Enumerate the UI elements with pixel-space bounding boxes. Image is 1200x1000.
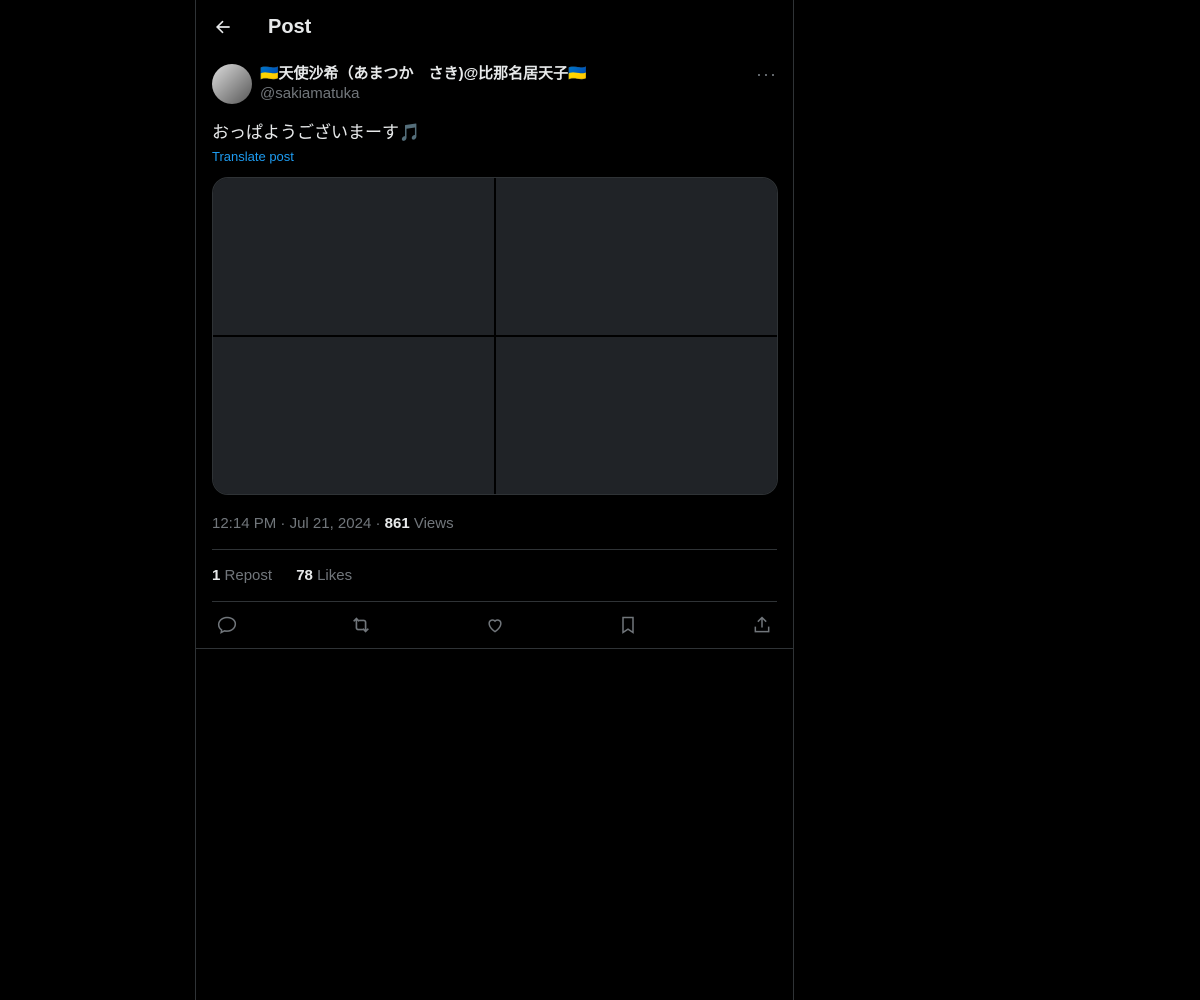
media-grid <box>212 177 778 495</box>
action-bar <box>196 602 793 649</box>
arrow-left-icon[interactable] <box>212 16 234 38</box>
likes-count: 78 <box>296 567 313 584</box>
media-item[interactable] <box>496 178 777 335</box>
share-icon[interactable] <box>751 614 773 636</box>
likes-label: Likes <box>317 567 353 584</box>
post-date[interactable]: Jul 21, 2024 <box>290 515 372 532</box>
author-names: 🇺🇦天使沙希（あまつか さき)@比那名居天子🇺🇦 @sakiamatuka <box>260 64 587 104</box>
post-time[interactable]: 12:14 PM <box>212 515 276 532</box>
post: 🇺🇦天使沙希（あまつか さき)@比那名居天子🇺🇦 @sakiamatuka ··… <box>196 64 793 649</box>
media-item[interactable] <box>496 337 777 494</box>
views-count: 861 <box>384 515 410 532</box>
header: Post <box>196 0 793 54</box>
author-row: 🇺🇦天使沙希（あまつか さき)@比那名居天子🇺🇦 @sakiamatuka ··… <box>212 64 777 104</box>
repost-stat[interactable]: 1 Repost <box>212 567 272 584</box>
repost-label: Repost <box>224 567 273 584</box>
repost-icon[interactable] <box>350 614 372 636</box>
likes-stat[interactable]: 78 Likes <box>296 567 352 584</box>
page-title: Post <box>268 15 312 38</box>
post-column: Post 🇺🇦天使沙希（あまつか さき)@比那名居天子🇺🇦 @sakiamatu… <box>195 0 794 1000</box>
views-label: Views <box>413 515 454 532</box>
repost-count: 1 <box>212 567 221 584</box>
media-item[interactable] <box>213 178 494 335</box>
like-icon[interactable] <box>484 614 506 636</box>
post-stats: 1 Repost 78 Likes <box>212 550 777 602</box>
post-meta: 12:14 PM · Jul 21, 2024 · 861 Views <box>212 515 777 550</box>
more-icon[interactable]: ··· <box>756 64 777 85</box>
translate-link[interactable]: Translate post <box>212 149 777 164</box>
bookmark-icon[interactable] <box>617 614 639 636</box>
post-text: おっぱようございまーす🎵 <box>212 123 421 142</box>
avatar[interactable] <box>212 64 252 104</box>
reply-icon[interactable] <box>216 614 238 636</box>
display-name[interactable]: 🇺🇦天使沙希（あまつか さき)@比那名居天子🇺🇦 <box>260 64 587 84</box>
media-item[interactable] <box>213 337 494 494</box>
handle[interactable]: @sakiamatuka <box>260 84 587 104</box>
